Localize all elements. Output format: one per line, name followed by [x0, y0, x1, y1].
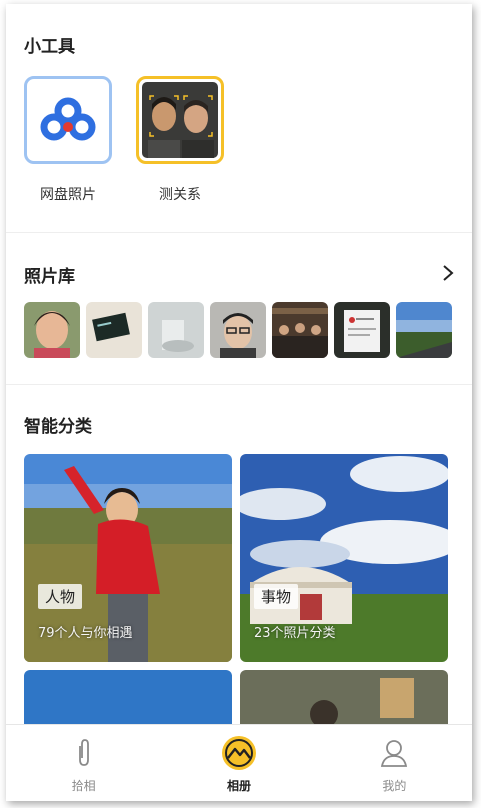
nav-item-profile[interactable]: 我的	[317, 725, 472, 801]
photo-thumbnail[interactable]	[210, 302, 266, 358]
category-chip: 事物	[254, 584, 299, 609]
tool-cloud-photos[interactable]: 网盘照片	[24, 76, 112, 204]
category-card[interactable]	[240, 670, 448, 730]
divider	[6, 232, 472, 233]
category-card-image	[240, 670, 448, 730]
photo-thumbnail[interactable]	[334, 302, 390, 358]
category-subtitle: 79个人与你相遇	[38, 626, 133, 641]
tools-section-title: 小工具	[24, 37, 75, 57]
album-mountain-icon	[221, 736, 256, 770]
category-chip: 人物	[38, 584, 83, 609]
nav-label: 我的	[382, 779, 407, 793]
category-card-things[interactable]: 事物 23个照片分类	[240, 454, 448, 662]
category-card[interactable]	[24, 670, 232, 730]
category-card-people[interactable]: 人物 79个人与你相遇	[24, 454, 232, 662]
app-frame: 小工具 网盘照片 测关系 照片库 智能分类 人物 79个人与你相遇 事物 23个…	[6, 4, 472, 801]
divider	[6, 384, 472, 385]
user-icon	[381, 740, 408, 767]
nav-label: 拾相	[71, 779, 96, 793]
chevron-right-icon[interactable]	[442, 264, 454, 282]
photo-thumbnail[interactable]	[86, 302, 142, 358]
tool-label: 测关系	[159, 187, 201, 203]
photo-strip	[24, 302, 452, 358]
library-section-title: 照片库	[24, 267, 75, 287]
category-subtitle: 23个照片分类	[254, 626, 336, 641]
bottom-nav: 拾相 相册 我的	[6, 724, 472, 801]
face-relation-icon-box	[136, 76, 224, 164]
photo-thumbnail[interactable]	[272, 302, 328, 358]
tool-label: 网盘照片	[40, 187, 96, 203]
photo-thumbnail[interactable]	[24, 302, 80, 358]
categories-section-title: 智能分类	[24, 417, 92, 437]
photo-thumbnail[interactable]	[396, 302, 452, 358]
photo-thumbnail[interactable]	[148, 302, 204, 358]
nav-item-album[interactable]: 相册	[161, 725, 316, 801]
face-relation-icon	[142, 82, 218, 158]
category-card-image	[24, 670, 232, 730]
nav-label: 相册	[226, 779, 251, 793]
tool-face-relation[interactable]: 测关系	[136, 76, 224, 204]
nav-item-discover[interactable]: 拾相	[6, 725, 161, 801]
baidu-cloud-icon-box	[24, 76, 112, 164]
paperclip-icon	[78, 739, 89, 766]
baidu-cloud-icon	[40, 97, 96, 141]
